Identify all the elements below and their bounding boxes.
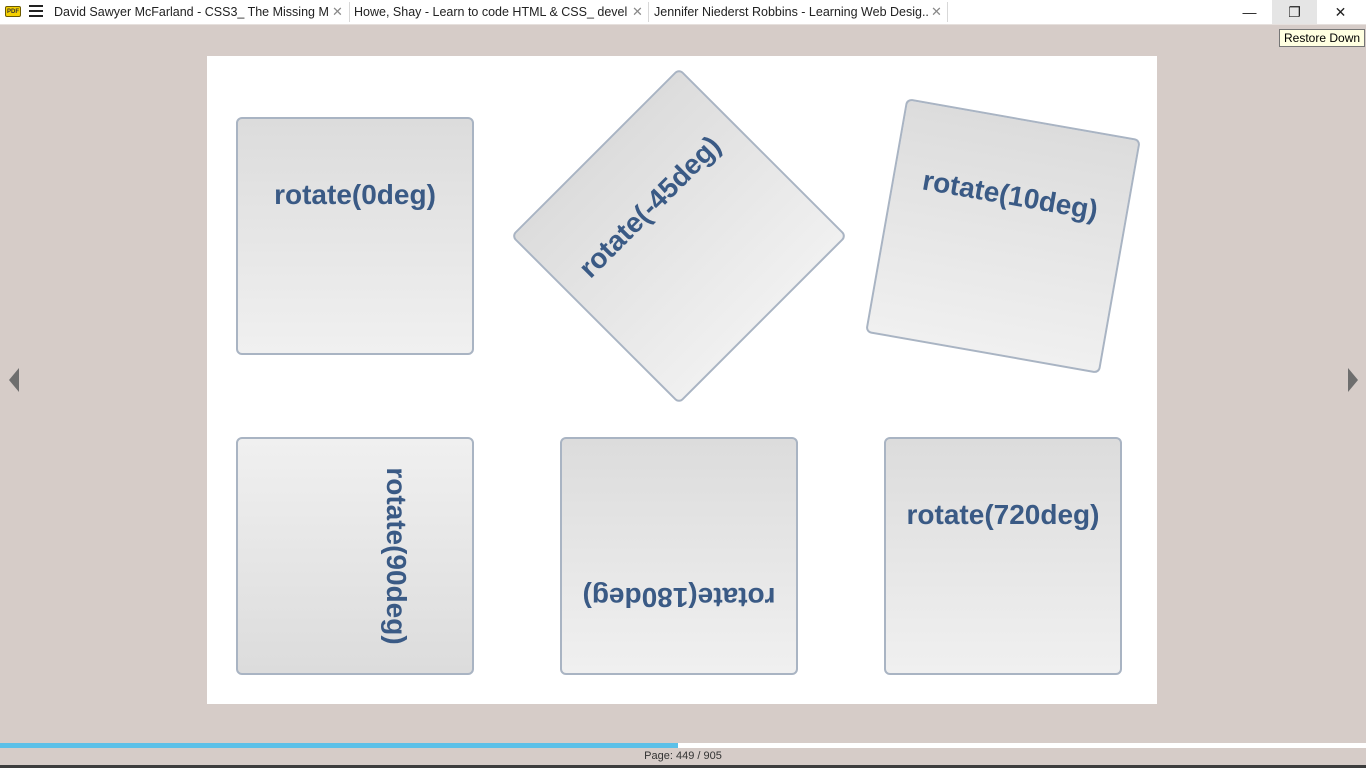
rotate-box: rotate(90deg)	[236, 437, 474, 675]
tab-label: Howe, Shay - Learn to code HTML & CSS_ d…	[354, 5, 628, 19]
close-window-button[interactable]: ✕	[1318, 0, 1363, 24]
close-tab-icon[interactable]: ✕	[931, 0, 942, 24]
box-label: rotate(0deg)	[274, 179, 436, 210]
hamburger-menu-icon[interactable]	[29, 5, 43, 19]
reading-progress-bar[interactable]	[0, 743, 1366, 748]
rotate-box: rotate(0deg)	[236, 117, 474, 355]
rotate-box: rotate(10deg)	[865, 98, 1141, 374]
box-label: rotate(90deg)	[381, 467, 412, 645]
document-page: rotate(0deg) rotate(-45deg) rotate(10deg…	[207, 56, 1157, 704]
close-tab-icon[interactable]: ✕	[632, 0, 643, 24]
tab-css3-missing-manual[interactable]: David Sawyer McFarland - CSS3_ The Missi…	[48, 0, 330, 24]
rotate-box: rotate(-45deg)	[510, 67, 848, 405]
tab-label: David Sawyer McFarland - CSS3_ The Missi…	[54, 5, 330, 19]
page-indicator: Page: 449 / 905	[644, 750, 722, 762]
pdf-app-icon[interactable]: PDF	[5, 6, 21, 17]
previous-page-arrow-icon[interactable]	[9, 368, 19, 392]
restore-down-button[interactable]: ❐	[1272, 0, 1317, 24]
box-label: rotate(720deg)	[906, 499, 1100, 530]
close-tab-icon[interactable]: ✕	[332, 0, 343, 24]
title-bar: PDF David Sawyer McFarland - CSS3_ The M…	[0, 0, 1366, 25]
tab-divider	[947, 2, 948, 22]
tab-learn-html-css[interactable]: Howe, Shay - Learn to code HTML & CSS_ d…	[348, 0, 628, 24]
next-page-arrow-icon[interactable]	[1348, 368, 1358, 392]
rotate-box: rotate(720deg)	[884, 437, 1122, 675]
box-label: rotate(10deg)	[920, 164, 1101, 226]
progress-fill	[0, 743, 678, 748]
tab-learning-web-design[interactable]: Jennifer Niederst Robbins - Learning Web…	[648, 0, 928, 24]
rotate-box: rotate(180deg)	[560, 437, 798, 675]
tab-label: Jennifer Niederst Robbins - Learning Web…	[654, 5, 928, 19]
minimize-button[interactable]: —	[1227, 0, 1272, 24]
restore-down-tooltip: Restore Down	[1279, 29, 1366, 47]
box-label: rotate(-45deg)	[572, 129, 727, 284]
box-label: rotate(180deg)	[582, 582, 776, 613]
